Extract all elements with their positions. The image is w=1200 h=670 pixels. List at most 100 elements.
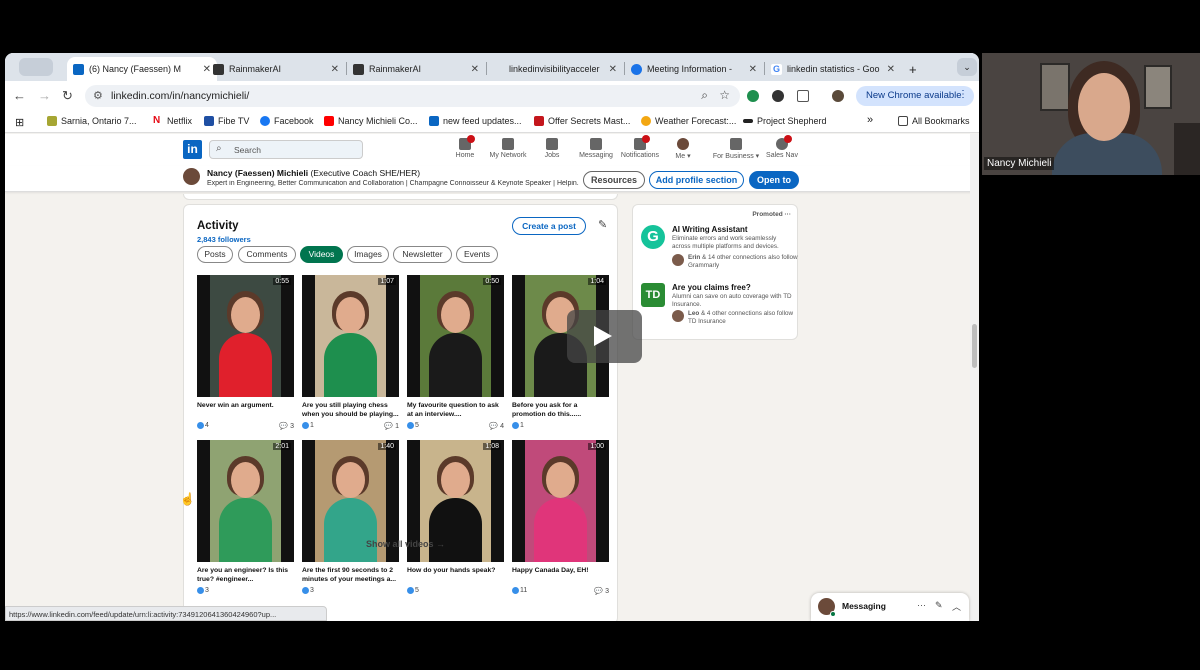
scrollbar-thumb[interactable] xyxy=(972,324,977,368)
video-caption[interactable]: Are the first 90 seconds to 2 minutes of… xyxy=(302,566,399,584)
tab-rainmaker-1[interactable]: RainmakerAI ✕ xyxy=(207,57,345,81)
comment-count[interactable]: 💬 3 xyxy=(279,422,294,430)
tab-linkedin-profile[interactable]: (6) Nancy (Faessen) M ✕ xyxy=(67,57,217,81)
filter-images[interactable]: Images xyxy=(347,246,389,263)
new-tab-button[interactable]: + xyxy=(903,57,923,81)
video-caption[interactable]: Never win an argument. xyxy=(197,401,294,419)
comment-count[interactable]: 💬 1 xyxy=(384,422,399,430)
close-icon[interactable]: ✕ xyxy=(331,64,339,75)
zoom-icon[interactable]: ⌕ xyxy=(701,88,708,103)
open-to-button[interactable]: Open to xyxy=(749,171,799,189)
video-caption[interactable]: Are you still playing chess when you sho… xyxy=(302,401,399,419)
grid-icon xyxy=(730,138,742,150)
chevron-up-icon[interactable]: ︿ xyxy=(952,600,961,613)
create-post-button[interactable]: Create a post xyxy=(512,217,586,235)
filter-newsletter[interactable]: Newsletter xyxy=(393,246,452,263)
bookmark-netflix[interactable]: N Netflix xyxy=(153,116,192,127)
reaction-count[interactable]: 3 xyxy=(302,587,314,594)
reaction-count[interactable]: 1 xyxy=(512,422,524,429)
forward-arrow-icon[interactable]: → xyxy=(38,88,51,103)
new-chrome-available-button[interactable]: New Chrome available ⋮ xyxy=(856,86,974,106)
linkedin-logo[interactable]: in xyxy=(183,140,202,159)
bookmark-star-icon[interactable]: ☆ xyxy=(719,88,730,102)
bookmark-offer-secrets[interactable]: Offer Secrets Mast... xyxy=(534,116,630,126)
compass-icon xyxy=(776,135,792,150)
bookmark-youtube[interactable]: Nancy Michieli Co... xyxy=(324,116,418,126)
show-all-videos-link[interactable]: Show all videos → xyxy=(366,539,445,549)
comment-count[interactable]: 💬 4 xyxy=(489,422,504,430)
reaction-count[interactable]: 4 xyxy=(197,422,209,429)
reaction-count[interactable]: 11 xyxy=(512,587,527,594)
tab-google-search[interactable]: G linkedin statistics - Goo ✕ xyxy=(765,57,901,81)
video-caption[interactable]: How do your hands speak? xyxy=(407,566,504,584)
tab-label: (6) Nancy (Faessen) M xyxy=(89,64,182,74)
video-thumbnail[interactable]: 1:07 xyxy=(302,275,399,397)
bookmark-weather-sarnia[interactable]: Sarnia, Ontario 7... xyxy=(47,116,137,126)
bookmark-fibe-tv[interactable]: Fibe TV xyxy=(204,116,249,126)
bookmark-project-shepherd[interactable]: Project Shepherd xyxy=(743,116,827,126)
video-caption[interactable]: My favourite question to ask at an inter… xyxy=(407,401,504,419)
nav-messaging[interactable]: Messaging xyxy=(571,138,621,159)
video-player-play-button[interactable] xyxy=(567,310,642,363)
add-profile-section-button[interactable]: Add profile section xyxy=(649,171,744,189)
nav-for-business[interactable]: For Business ▾ xyxy=(710,138,762,160)
name-text: Nancy (Faessen) Michieli xyxy=(207,168,309,178)
filter-comments[interactable]: Comments xyxy=(238,246,296,263)
facebook-icon xyxy=(260,116,270,126)
video-caption[interactable]: Happy Canada Day, EH! xyxy=(512,566,609,584)
filter-events[interactable]: Events xyxy=(456,246,498,263)
video-thumbnail[interactable]: 2:01 xyxy=(197,440,294,562)
close-icon[interactable]: ✕ xyxy=(471,64,479,75)
tab-visibility-accelerator[interactable]: linkedinvisibilityacceler ✕ xyxy=(487,57,623,81)
site-info-icon[interactable]: ⚙ xyxy=(93,89,103,102)
reaction-count[interactable]: 3 xyxy=(197,587,209,594)
more-options-icon[interactable]: ··· xyxy=(917,600,926,610)
extension-icon[interactable] xyxy=(772,90,784,102)
extension-grammarly-icon[interactable] xyxy=(747,90,759,102)
bookmark-facebook[interactable]: Facebook xyxy=(260,116,314,126)
reaction-count[interactable]: 5 xyxy=(407,587,419,594)
nav-me[interactable]: Me ▾ xyxy=(658,138,708,160)
nav-my-network[interactable]: My Network xyxy=(483,138,533,159)
comment-count[interactable]: 💬 3 xyxy=(594,587,609,595)
reaction-count[interactable]: 5 xyxy=(407,422,419,429)
video-caption[interactable]: Are you an engineer? Is this true? #engi… xyxy=(197,566,294,584)
ad-grammarly[interactable]: G AI Writing Assistant Eliminate errors … xyxy=(641,225,798,275)
extensions-puzzle-icon[interactable] xyxy=(797,90,809,102)
ad-td-insurance[interactable]: TD Are you claims free? Alumni can save … xyxy=(641,283,793,333)
tab-meeting-information[interactable]: Meeting Information - ✕ xyxy=(625,57,763,81)
search-input[interactable]: ⌕ Search xyxy=(209,140,363,159)
back-arrow-icon[interactable]: ← xyxy=(13,88,26,103)
close-icon[interactable]: ✕ xyxy=(749,64,757,75)
close-icon[interactable]: ✕ xyxy=(887,64,895,75)
address-bar[interactable]: ⚙ linkedin.com/in/nancymichieli/ ⌕ ☆ xyxy=(85,85,740,107)
close-icon[interactable]: ✕ xyxy=(609,64,617,75)
pencil-icon[interactable]: ✎ xyxy=(598,218,607,231)
tab-groups-button[interactable] xyxy=(19,58,53,76)
filter-posts[interactable]: Posts xyxy=(197,246,233,263)
tab-search-button[interactable]: ⌄ xyxy=(957,58,977,76)
tab-rainmaker-2[interactable]: RainmakerAI ✕ xyxy=(347,57,485,81)
video-thumbnail[interactable]: 0:55 xyxy=(197,275,294,397)
plus-icon: + xyxy=(909,61,917,77)
nav-sales-nav[interactable]: Sales Nav xyxy=(757,135,807,159)
video-thumbnail[interactable]: 1:00 xyxy=(512,440,609,562)
followers-link[interactable]: 2,843 followers xyxy=(197,235,251,244)
all-bookmarks-folder[interactable]: All Bookmarks xyxy=(898,116,970,126)
filter-videos[interactable]: Videos xyxy=(300,246,343,263)
video-caption[interactable]: Before you ask for a promotion do this..… xyxy=(512,401,609,419)
video-thumbnail[interactable]: 0:50 xyxy=(407,275,504,397)
nav-jobs[interactable]: Jobs xyxy=(527,138,577,159)
apps-grid-icon[interactable]: ⊞ xyxy=(15,116,24,129)
profile-avatar[interactable] xyxy=(832,90,844,102)
bookmark-weather-forecast[interactable]: Weather Forecast:... xyxy=(641,116,736,126)
reaction-count[interactable]: 1 xyxy=(302,422,314,429)
compose-icon[interactable]: ✎ xyxy=(935,600,943,611)
more-bookmarks-icon[interactable]: » xyxy=(867,114,873,126)
resources-button[interactable]: Resources xyxy=(583,171,645,189)
bookmark-linkedin-feed[interactable]: new feed updates... xyxy=(429,116,522,126)
page-scrollbar[interactable] xyxy=(970,134,979,621)
reload-icon[interactable]: ↻ xyxy=(62,88,73,104)
more-options-icon[interactable]: ··· xyxy=(785,211,792,218)
messaging-overlay[interactable]: Messaging ··· ✎ ︿ xyxy=(811,593,969,621)
